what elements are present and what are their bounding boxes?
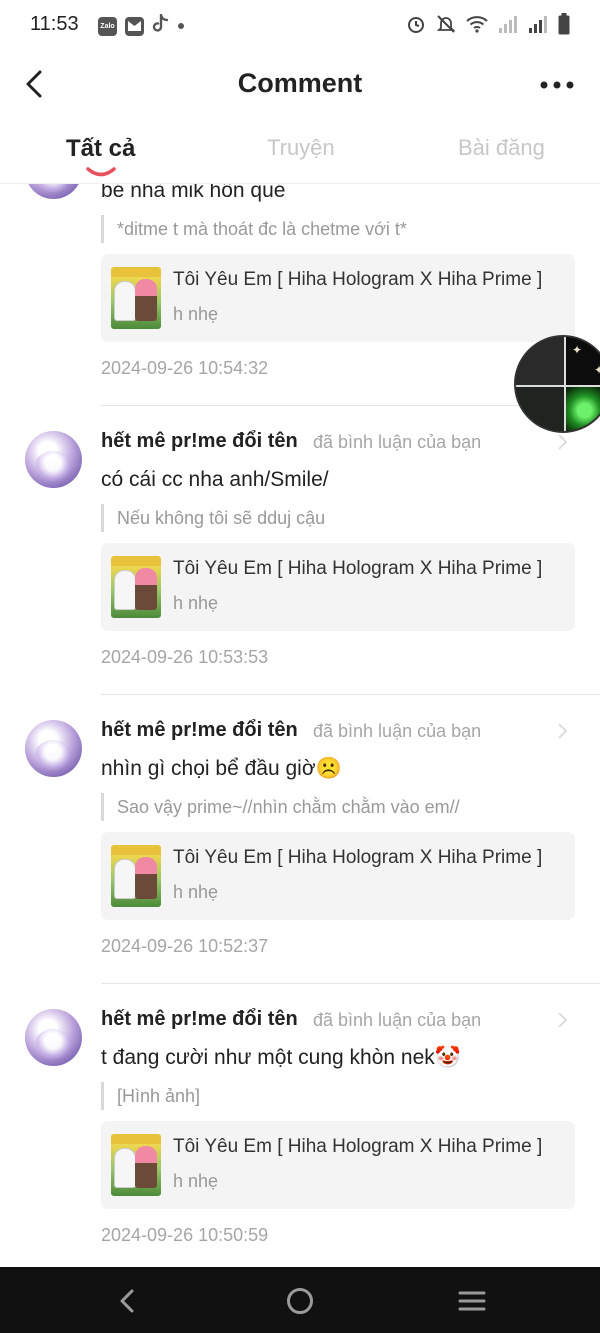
timestamp: 2024-09-26 10:50:59	[101, 1225, 269, 1245]
tab-stories[interactable]: Truyện	[267, 135, 335, 161]
story-card[interactable]: Tôi Yêu Em [ Hiha Hologram X Hiha Prime …	[101, 254, 575, 342]
nav-recents-button[interactable]	[456, 1285, 488, 1317]
quoted-reply: [Hình ảnh]	[101, 1082, 200, 1110]
page-title: Comment	[237, 68, 363, 98]
quoted-reply: Sao vậy prime~//nhìn chằm chằm vào em//	[101, 793, 460, 821]
story-title: Tôi Yêu Em [ Hiha Hologram X Hiha Prime …	[173, 269, 543, 290]
more-dots-icon	[540, 81, 574, 89]
story-card[interactable]: Tôi Yêu Em [ Hiha Hologram X Hiha Prime …	[101, 832, 575, 920]
comment-feed[interactable]: bé nhà mik hôn qué *ditme t mà thoát đc …	[0, 184, 600, 1267]
list-item[interactable]: hết mê pr!me đổi tên đã bình luận của bạ…	[0, 406, 600, 695]
sparkle-icon: ✦	[572, 343, 583, 357]
status-bar: 11:53 Zalo	[0, 0, 600, 52]
story-subtitle: h nhẹ	[173, 882, 219, 902]
nav-home-icon	[287, 1288, 313, 1314]
notification-icons: Zalo	[98, 13, 184, 38]
zalo-icon: Zalo	[98, 16, 117, 36]
system-nav-bar	[0, 1267, 600, 1333]
tab-posts[interactable]: Bài đăng	[458, 135, 545, 161]
avatar[interactable]	[25, 184, 82, 199]
signal-icon	[499, 16, 517, 33]
user-name[interactable]: hết mê pr!me đổi tên	[101, 719, 298, 742]
list-item[interactable]: hết mê pr!me đổi tên đã bình luận của bạ…	[0, 695, 600, 984]
alarm-icon	[408, 17, 424, 33]
timestamp: 2024-09-26 10:53:53	[101, 647, 269, 667]
nav-recents-icon	[458, 1291, 486, 1311]
nav-back-icon	[120, 1289, 134, 1313]
avatar[interactable]	[25, 1009, 82, 1066]
timestamp: 2024-09-26 10:54:32	[101, 358, 269, 378]
story-cover	[111, 556, 161, 618]
comment-text: t đang cười như một cung khòn nek🤡	[101, 1046, 461, 1069]
chevron-right-icon[interactable]	[556, 721, 570, 741]
bubble-quadrant	[565, 337, 600, 385]
signal-icon	[529, 16, 547, 33]
tiktok-icon	[152, 13, 170, 38]
story-card[interactable]: Tôi Yêu Em [ Hiha Hologram X Hiha Prime …	[101, 1121, 575, 1209]
tab-all[interactable]: Tất cả	[66, 135, 135, 163]
story-cover	[111, 1134, 161, 1196]
more-button[interactable]	[538, 70, 578, 100]
wifi-icon	[466, 16, 488, 33]
chevron-right-icon[interactable]	[556, 432, 570, 452]
action-text: đã bình luận của bạn	[313, 432, 482, 452]
story-subtitle: h nhẹ	[173, 304, 219, 324]
active-tab-indicator	[86, 167, 116, 177]
comment-text: có cái cc nha anh/Smile/	[101, 468, 329, 491]
user-name[interactable]: hết mê pr!me đổi tên	[101, 430, 298, 453]
comment-text: bé nhà mik hôn qué	[101, 184, 286, 202]
header: Comment	[0, 52, 600, 116]
tab-bar: Tất cả Truyện Bài đăng	[0, 122, 600, 184]
quoted-reply: *ditme t mà thoát đc là chetme với t*	[101, 215, 407, 243]
story-card[interactable]: Tôi Yêu Em [ Hiha Hologram X Hiha Prime …	[101, 543, 575, 631]
quoted-reply: Nếu không tôi sẽ dduj cậu	[101, 504, 325, 532]
nav-home-button[interactable]	[284, 1285, 316, 1317]
status-time: 11:53	[30, 13, 79, 35]
story-cover	[111, 845, 161, 907]
comment-text: nhìn gì chọi bể đầu giờ☹️	[101, 757, 342, 780]
timestamp: 2024-09-26 10:52:37	[101, 936, 269, 956]
bubble-separator	[516, 385, 600, 387]
mute-icon	[436, 15, 456, 33]
avatar[interactable]	[25, 720, 82, 777]
nav-back-button[interactable]	[112, 1285, 144, 1317]
action-text: đã bình luận của bạn	[313, 1010, 482, 1030]
user-name[interactable]: hết mê pr!me đổi tên	[101, 1008, 298, 1031]
floating-bubble[interactable]: ✦ ✦	[514, 335, 600, 433]
story-subtitle: h nhẹ	[173, 1171, 219, 1191]
more-dot-icon	[178, 23, 184, 29]
mail-icon	[125, 16, 144, 36]
chevron-right-icon[interactable]	[556, 1010, 570, 1030]
story-cover	[111, 267, 161, 329]
battery-icon	[558, 13, 570, 35]
sparkle-icon: ✦	[594, 363, 600, 377]
action-text: đã bình luận của bạn	[313, 721, 482, 741]
story-title: Tôi Yêu Em [ Hiha Hologram X Hiha Prime …	[173, 558, 543, 579]
green-rose-image	[565, 386, 600, 431]
bubble-quadrant	[516, 386, 564, 431]
list-item[interactable]: hết mê pr!me đổi tên đã bình luận của bạ…	[0, 984, 600, 1267]
bubble-quadrant	[516, 337, 564, 385]
avatar[interactable]	[25, 431, 82, 488]
list-item[interactable]: bé nhà mik hôn qué *ditme t mà thoát đc …	[0, 184, 600, 423]
story-title: Tôi Yêu Em [ Hiha Hologram X Hiha Prime …	[173, 1136, 543, 1157]
story-title: Tôi Yêu Em [ Hiha Hologram X Hiha Prime …	[173, 847, 543, 868]
system-icons	[406, 13, 570, 35]
story-subtitle: h nhẹ	[173, 593, 219, 613]
